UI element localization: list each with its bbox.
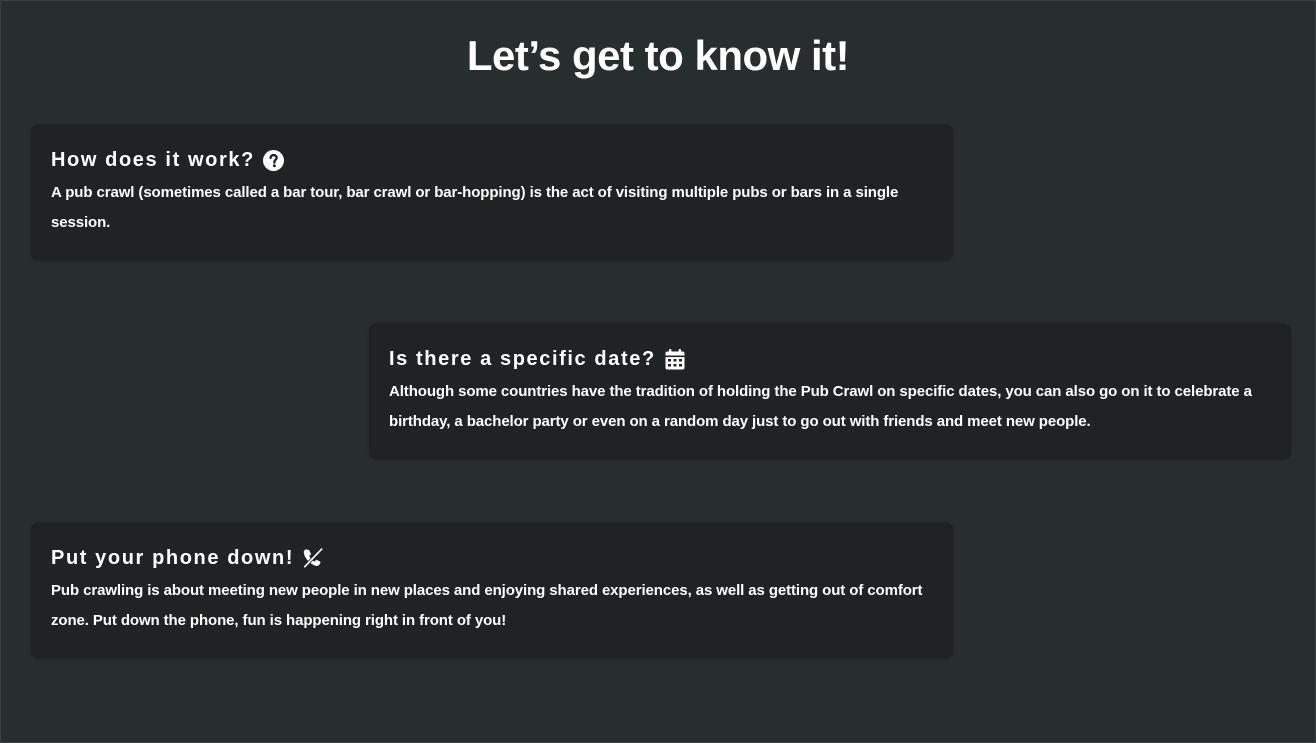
info-card-specific-date: Is there a specific date? Although some …: [369, 323, 1291, 459]
phone-slash-icon: [302, 547, 324, 569]
card-heading-text: Is there a specific date?: [389, 348, 656, 370]
card-heading: Put your phone down!: [51, 544, 933, 572]
page-title: Let’s get to know it!: [466, 32, 850, 79]
card-body: Although some countries have the traditi…: [389, 383, 1252, 430]
question-circle-icon: [263, 149, 285, 171]
card-body: A pub crawl (sometimes called a bar tour…: [51, 184, 899, 231]
card-heading: How does it work?: [51, 146, 933, 174]
card-heading-text: How does it work?: [51, 149, 255, 171]
card-heading-text: Put your phone down!: [51, 547, 295, 569]
info-card-phone-down: Put your phone down! Pub crawling is abo…: [31, 522, 953, 658]
info-card-how-it-works: How does it work? A pub crawl (sometimes…: [31, 124, 953, 260]
card-heading: Is there a specific date?: [389, 345, 1271, 373]
calendar-icon: [664, 348, 686, 370]
card-body: Pub crawling is about meeting new people…: [51, 582, 923, 629]
